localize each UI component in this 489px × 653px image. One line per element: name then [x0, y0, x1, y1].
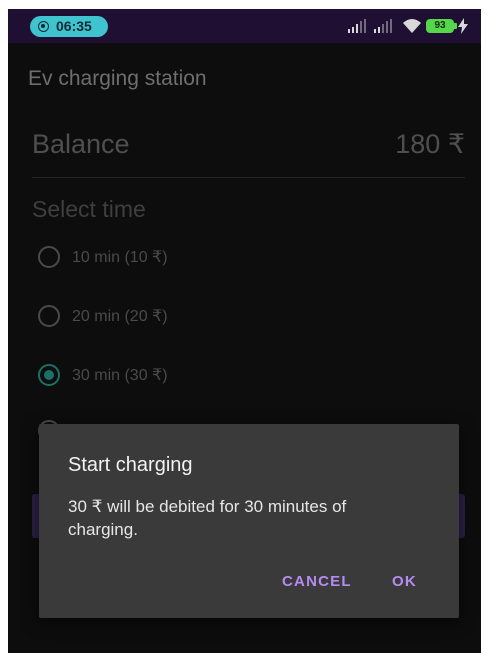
wifi-icon [403, 19, 421, 33]
option-label: 20 min (20 ₹) [72, 308, 168, 325]
status-bar: 06:35 93 [8, 9, 481, 43]
charging-bolt-icon [458, 18, 468, 34]
divider [32, 177, 465, 178]
ok-button[interactable]: OK [392, 573, 417, 590]
time-pill[interactable]: 06:35 [30, 16, 108, 37]
app-title: Ev charging station [28, 67, 207, 90]
cancel-button[interactable]: CANCEL [282, 573, 352, 590]
radio-button[interactable] [38, 305, 60, 327]
battery-icon: 93 [426, 19, 457, 33]
option-label: 30 min (30 ₹) [72, 367, 168, 384]
balance-value: 180 ₹ [395, 129, 465, 159]
select-time-label: Select time [32, 196, 146, 222]
phone-screen: 06:35 93 Ev charging station Balance 180… [8, 9, 481, 653]
option-label: 10 min (10 ₹) [72, 249, 168, 266]
radio-button-checked[interactable] [38, 364, 60, 386]
status-time: 06:35 [56, 18, 92, 34]
dialog-title: Start charging [68, 454, 193, 476]
dialog-message: 30 ₹ will be debited for 30 minutes of c… [68, 497, 347, 539]
start-charging-dialog: Start charging 30 ₹ will be debited for … [39, 424, 459, 618]
signal-icon [348, 19, 368, 33]
radio-button[interactable] [38, 246, 60, 268]
record-icon [38, 21, 49, 32]
battery-level: 93 [434, 20, 446, 31]
signal-icon-2 [374, 19, 394, 33]
balance-label: Balance [32, 129, 130, 159]
